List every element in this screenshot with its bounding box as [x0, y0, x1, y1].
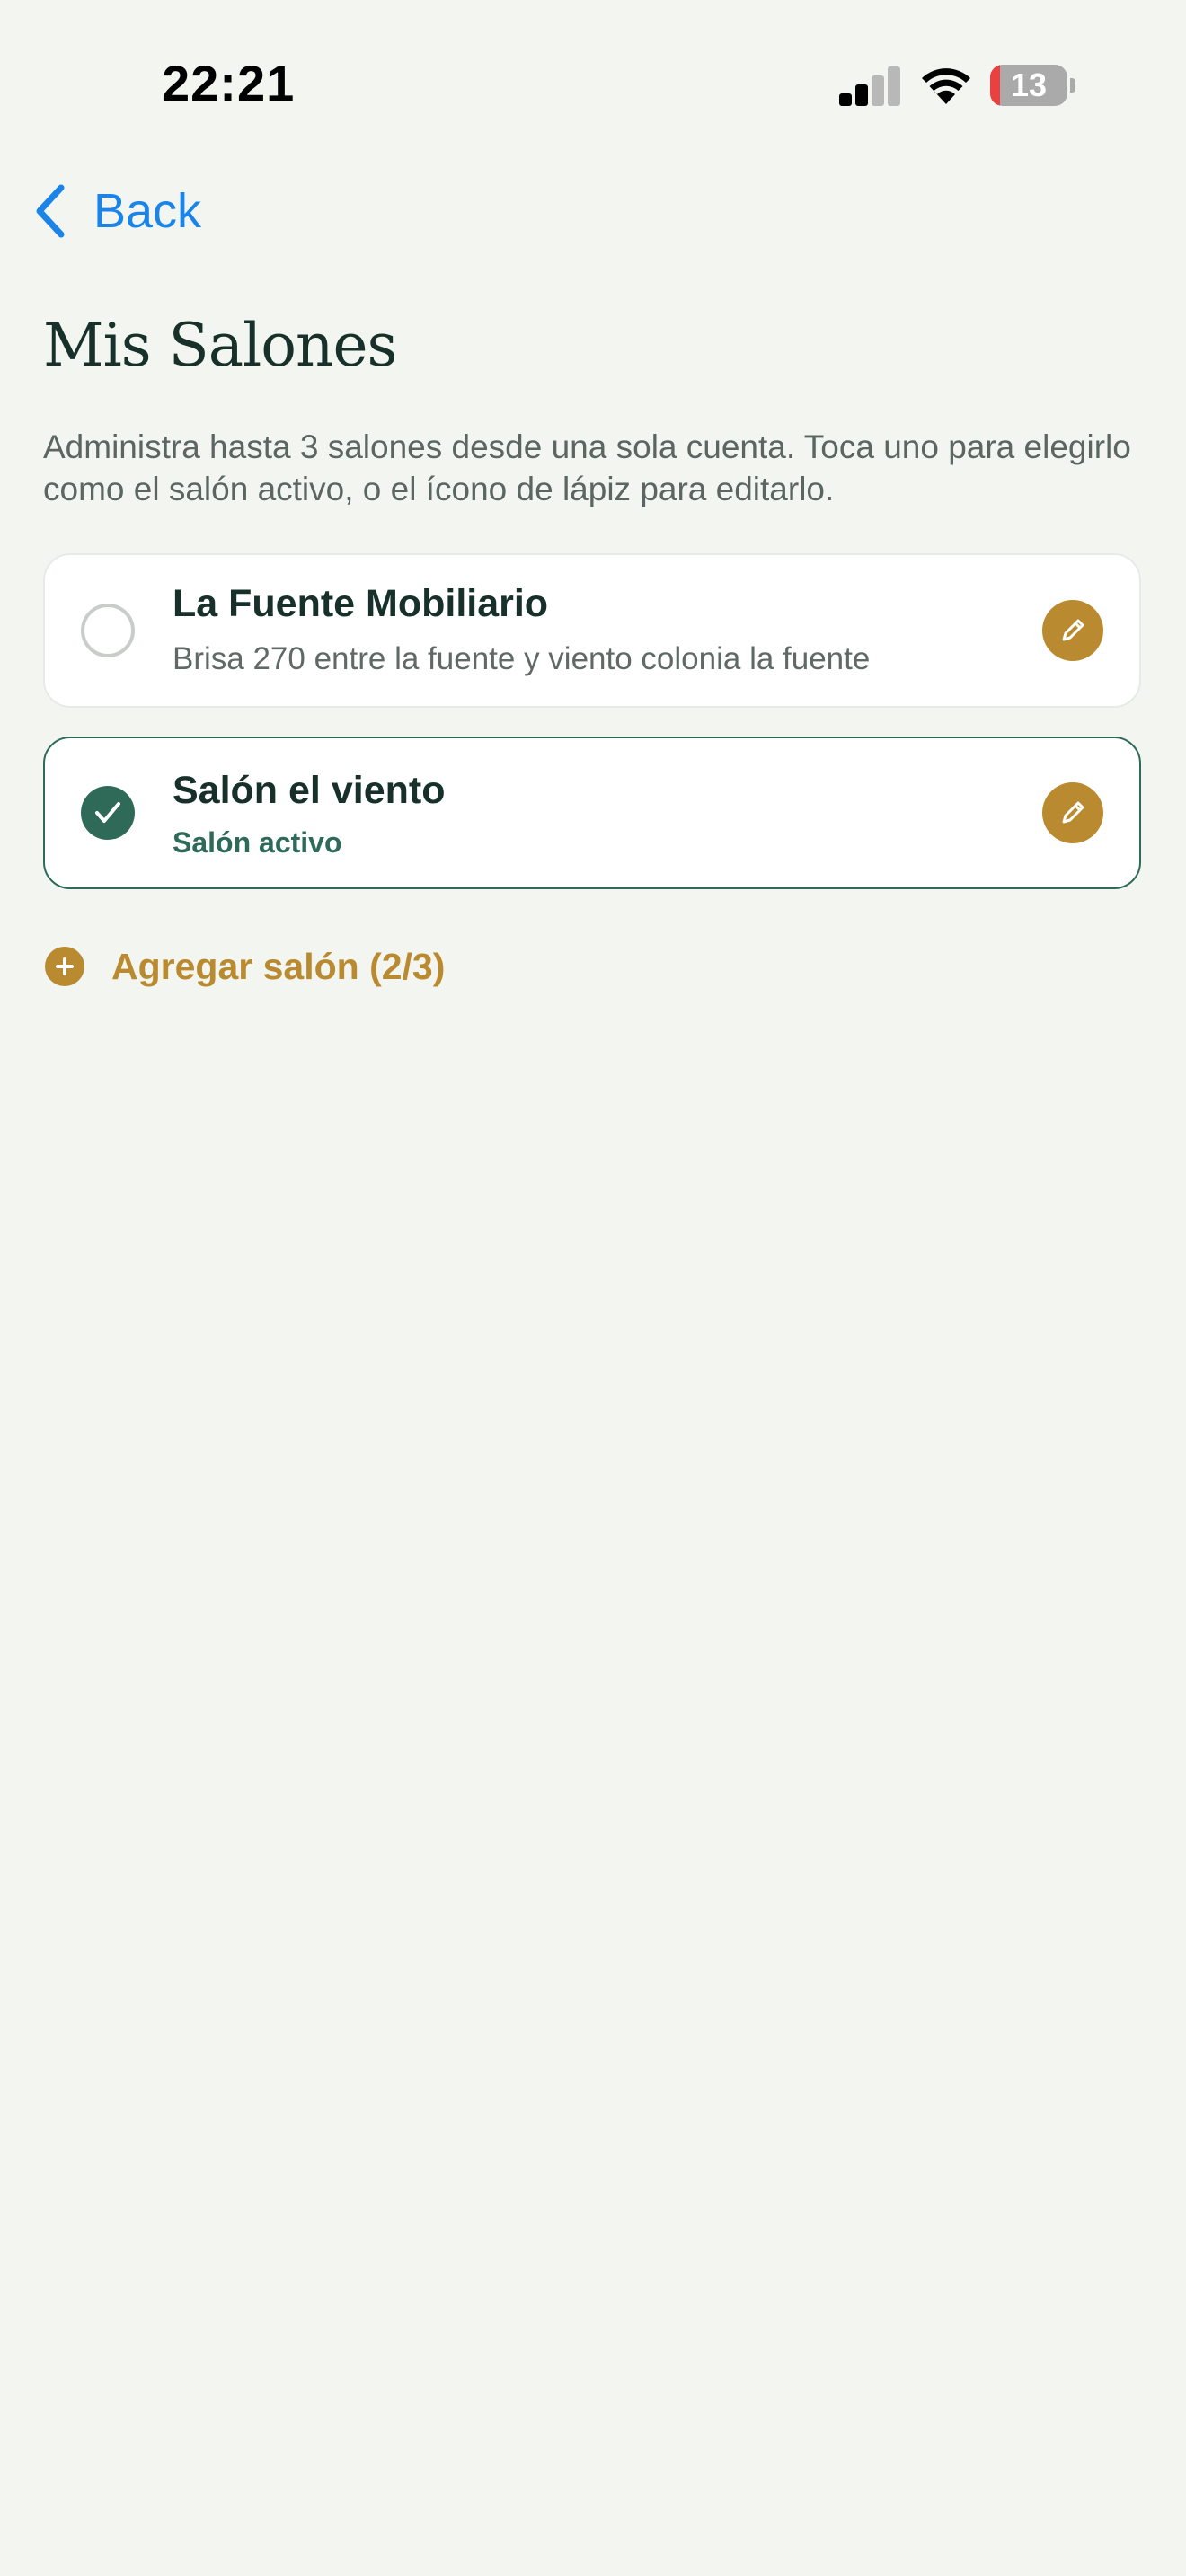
plus-circle-icon	[45, 947, 84, 986]
back-button[interactable]: Back	[32, 180, 201, 243]
plus-icon	[56, 957, 74, 975]
salon-active-label: Salón activo	[173, 826, 342, 859]
salon-card-active[interactable]: Salón el viento Salón activo	[43, 737, 1141, 889]
salon-name: La Fuente Mobiliario	[173, 582, 549, 625]
check-circle-icon[interactable]	[81, 786, 135, 840]
signal-bar	[855, 84, 868, 106]
page-title: Mis Salones	[43, 311, 397, 380]
salon-address: Brisa 270 entre la fuente y viento colon…	[173, 641, 871, 676]
edit-salon-button[interactable]	[1042, 600, 1103, 661]
wifi-icon	[922, 68, 970, 104]
signal-icon	[839, 65, 902, 106]
pencil-icon	[1062, 801, 1084, 824]
checkmark-icon	[95, 802, 120, 823]
battery-nub	[1070, 78, 1075, 93]
chevron-left-icon	[36, 184, 65, 238]
salon-card[interactable]: La Fuente Mobiliario Brisa 270 entre la …	[43, 553, 1141, 708]
battery-percent: 13	[1010, 66, 1048, 103]
status-time: 22:21	[162, 55, 296, 111]
pencil-icon	[1062, 619, 1084, 641]
add-salon-label: Agregar salón (2/3)	[111, 945, 446, 987]
page-description: Administra hasta 3 salones desde una sol…	[43, 428, 1131, 507]
signal-bar	[888, 66, 900, 106]
signal-bar	[872, 75, 884, 106]
signal-bar	[839, 93, 852, 106]
battery-icon: 13	[990, 65, 1076, 106]
add-salon-button[interactable]: Agregar salón (2/3)	[45, 940, 445, 993]
radio-unselected-icon[interactable]	[81, 604, 135, 657]
salon-name: Salón el viento	[173, 769, 446, 812]
edit-salon-button[interactable]	[1042, 782, 1103, 843]
back-label: Back	[93, 184, 202, 238]
